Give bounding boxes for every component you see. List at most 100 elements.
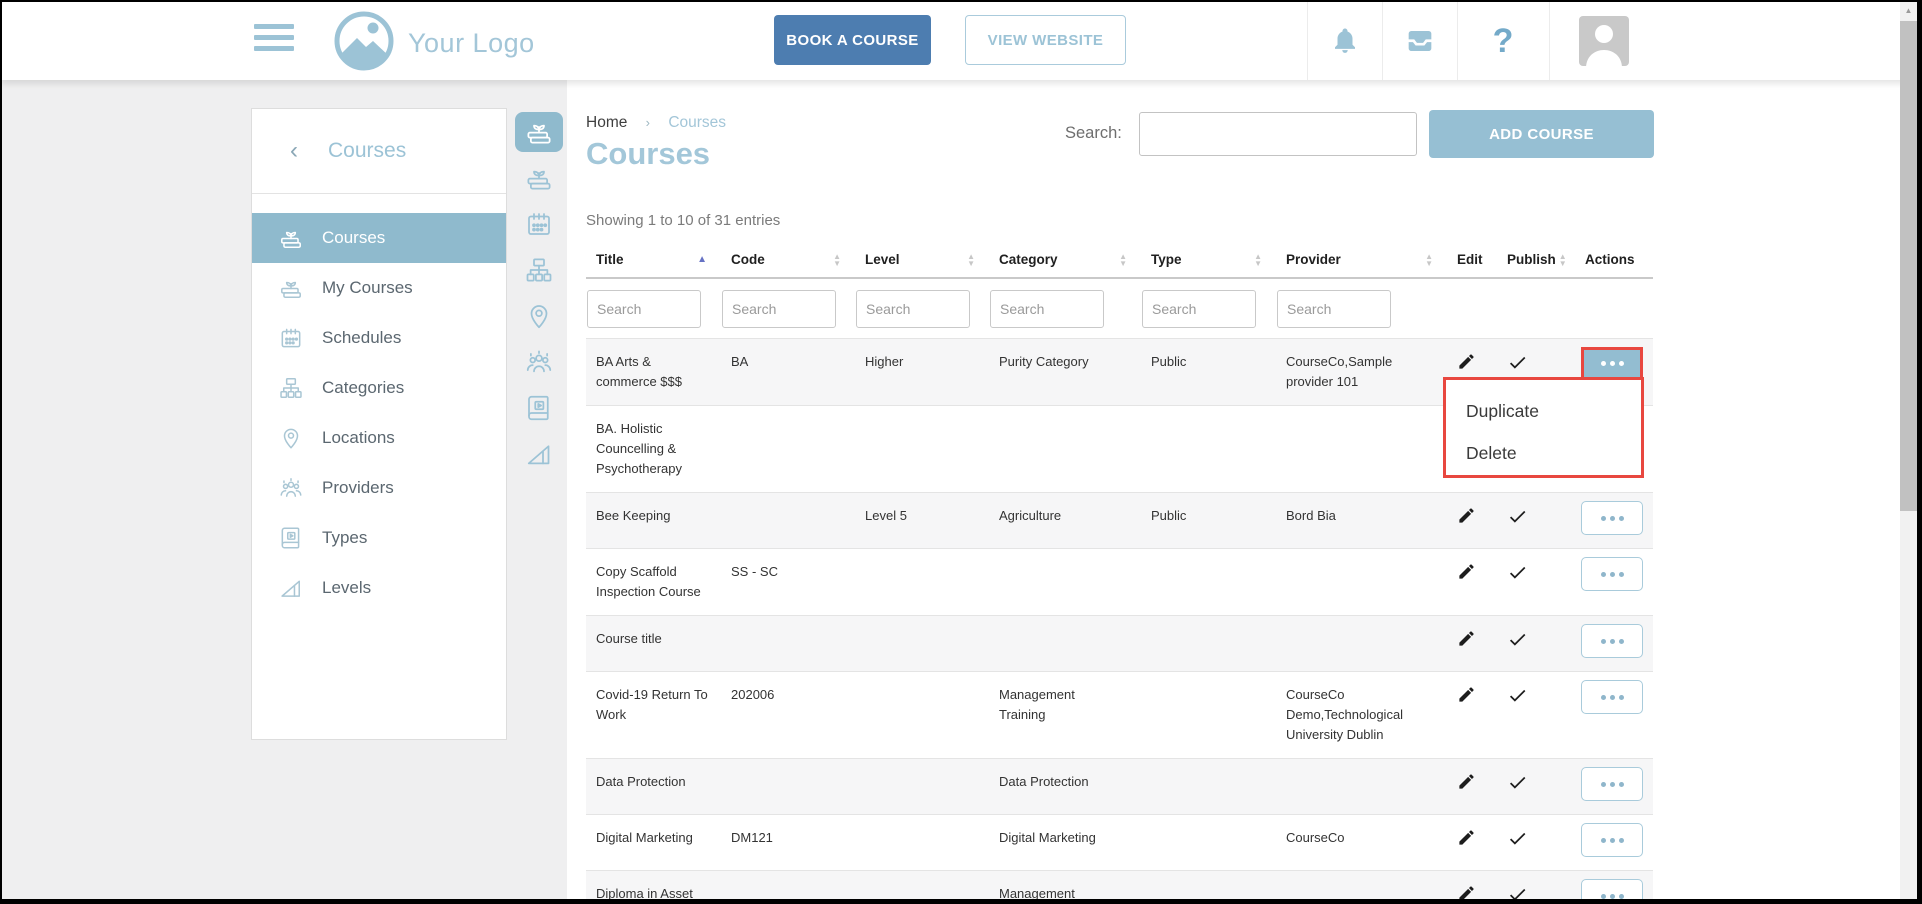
view-website-button[interactable]: VIEW WEBSITE xyxy=(965,15,1126,65)
cell-level xyxy=(855,616,989,671)
search-label: Search: xyxy=(1065,124,1122,143)
rail-sitemap-icon[interactable] xyxy=(515,250,563,290)
publish-check-button[interactable] xyxy=(1503,768,1532,797)
publish-check-button[interactable] xyxy=(1503,880,1532,899)
sidebar-item-schedules[interactable]: Schedules xyxy=(252,313,506,363)
edit-pencil-button[interactable] xyxy=(1453,502,1480,529)
sidebar-item-providers[interactable]: Providers xyxy=(252,463,506,513)
cell-category: Management xyxy=(989,871,1141,899)
column-header-type[interactable]: Type▲▼ xyxy=(1141,242,1276,277)
sidebar-item-locations[interactable]: Locations xyxy=(252,413,506,463)
column-header-provider[interactable]: Provider▲▼ xyxy=(1276,242,1447,277)
edit-pencil-button[interactable] xyxy=(1453,880,1480,899)
breadcrumb-home-link[interactable]: Home xyxy=(586,114,627,131)
hamburger-menu-icon[interactable] xyxy=(254,24,294,58)
scrollbar-up-arrow[interactable]: ▲ xyxy=(1900,2,1917,19)
notifications-bell-icon[interactable] xyxy=(1307,2,1382,80)
sort-icons: ▲▼ xyxy=(1119,253,1127,267)
edit-pencil-button[interactable] xyxy=(1453,348,1480,375)
table-row: Diploma in AssetManagement xyxy=(586,870,1653,899)
rail-courses-icon[interactable] xyxy=(515,158,563,198)
add-course-button[interactable]: ADD COURSE xyxy=(1429,110,1654,158)
user-avatar[interactable] xyxy=(1579,16,1629,66)
publish-check-button[interactable] xyxy=(1503,558,1532,587)
cell-title: Data Protection xyxy=(586,759,721,814)
publish-check-button[interactable] xyxy=(1503,502,1532,531)
chevron-left-icon: ‹ xyxy=(290,139,298,163)
logo[interactable]: Your Logo xyxy=(332,9,535,78)
actions-ellipsis-button[interactable] xyxy=(1581,823,1643,857)
cell-level xyxy=(855,672,989,758)
cell-provider xyxy=(1276,759,1447,814)
title-filter-input[interactable] xyxy=(587,290,701,328)
pin-icon xyxy=(278,425,308,451)
rail-pin-icon[interactable] xyxy=(515,296,563,336)
cell-provider xyxy=(1276,406,1447,492)
rail-people-icon[interactable] xyxy=(515,342,563,382)
column-header-code[interactable]: Code▲▼ xyxy=(721,242,855,277)
actions-ellipsis-button[interactable] xyxy=(1581,680,1643,714)
cell-type xyxy=(1141,672,1276,758)
table-row: Bee KeepingLevel 5AgriculturePublicBord … xyxy=(586,492,1653,548)
sort-icons: ▲▼ xyxy=(967,253,975,267)
sidebar-item-types[interactable]: Types xyxy=(252,513,506,563)
publish-check-button[interactable] xyxy=(1503,824,1532,853)
level-filter-input[interactable] xyxy=(856,290,970,328)
cell-code xyxy=(721,493,855,548)
cell-provider: CourseCo Demo,Technological University D… xyxy=(1276,672,1447,758)
column-header-category[interactable]: Category▲▼ xyxy=(989,242,1141,277)
publish-check-button[interactable] xyxy=(1503,681,1532,710)
courses-icon xyxy=(278,225,308,251)
column-header-level[interactable]: Level▲▼ xyxy=(855,242,989,277)
cell-title: BA Arts & commerce $$$ xyxy=(586,339,721,405)
rail-calendar-icon[interactable] xyxy=(515,204,563,244)
column-header-publish[interactable]: Publish▲▼ xyxy=(1497,242,1575,277)
sidebar-item-courses[interactable]: Courses xyxy=(252,213,506,263)
actions-ellipsis-button[interactable] xyxy=(1581,767,1643,801)
publish-check-button[interactable] xyxy=(1503,348,1532,377)
cell-title: Course title xyxy=(586,616,721,671)
column-header-title[interactable]: Title▲ xyxy=(586,242,721,277)
provider-filter-input[interactable] xyxy=(1277,290,1391,328)
breadcrumb-courses-link[interactable]: Courses xyxy=(668,114,726,131)
cell-category: Data Protection xyxy=(989,759,1141,814)
edit-pencil-button[interactable] xyxy=(1453,681,1480,708)
sort-icons: ▲▼ xyxy=(1425,253,1433,267)
global-search-input[interactable] xyxy=(1139,112,1417,156)
sidebar-item-my-courses[interactable]: My Courses xyxy=(252,263,506,313)
category-filter-input[interactable] xyxy=(990,290,1104,328)
actions-dropdown-menu: DuplicateDelete xyxy=(1443,377,1644,478)
edit-pencil-button[interactable] xyxy=(1453,625,1480,652)
cell-title: Covid-19 Return To Work xyxy=(586,672,721,758)
rail-courses-icon[interactable] xyxy=(515,112,563,152)
rail-book-icon[interactable] xyxy=(515,388,563,428)
actions-ellipsis-button[interactable] xyxy=(1581,347,1643,380)
publish-check-button[interactable] xyxy=(1503,625,1532,654)
actions-ellipsis-button[interactable] xyxy=(1581,624,1643,658)
cell-title: BA. Holistic Councelling & Psychotherapy xyxy=(586,406,721,492)
edit-pencil-button[interactable] xyxy=(1453,558,1480,585)
sidebar-item-levels[interactable]: Levels xyxy=(252,563,506,613)
code-filter-input[interactable] xyxy=(722,290,836,328)
sidebar-collapse-header[interactable]: ‹ Courses xyxy=(252,109,506,194)
type-filter-input[interactable] xyxy=(1142,290,1256,328)
help-question-icon[interactable]: ? xyxy=(1457,2,1549,80)
scrollbar[interactable]: ▲ xyxy=(1900,2,1917,899)
showing-entries-text: Showing 1 to 10 of 31 entries xyxy=(586,212,780,229)
edit-pencil-button[interactable] xyxy=(1453,768,1480,795)
table-row: Digital MarketingDM121Digital MarketingC… xyxy=(586,814,1653,870)
sitemap-icon xyxy=(278,375,308,401)
logo-image-icon xyxy=(332,9,396,78)
sidebar-item-categories[interactable]: Categories xyxy=(252,363,506,413)
edit-pencil-button[interactable] xyxy=(1453,824,1480,851)
breadcrumb-separator-icon: › xyxy=(646,115,650,130)
book-a-course-button[interactable]: BOOK A COURSE xyxy=(774,15,931,65)
inbox-tray-icon[interactable] xyxy=(1382,2,1457,80)
dropdown-item-delete[interactable]: Delete xyxy=(1446,432,1641,474)
actions-ellipsis-button[interactable] xyxy=(1581,879,1643,899)
actions-ellipsis-button[interactable] xyxy=(1581,557,1643,591)
dropdown-item-duplicate[interactable]: Duplicate xyxy=(1446,390,1641,432)
rail-levels-icon[interactable] xyxy=(515,434,563,474)
scrollbar-thumb[interactable] xyxy=(1900,21,1917,511)
actions-ellipsis-button[interactable] xyxy=(1581,501,1643,535)
